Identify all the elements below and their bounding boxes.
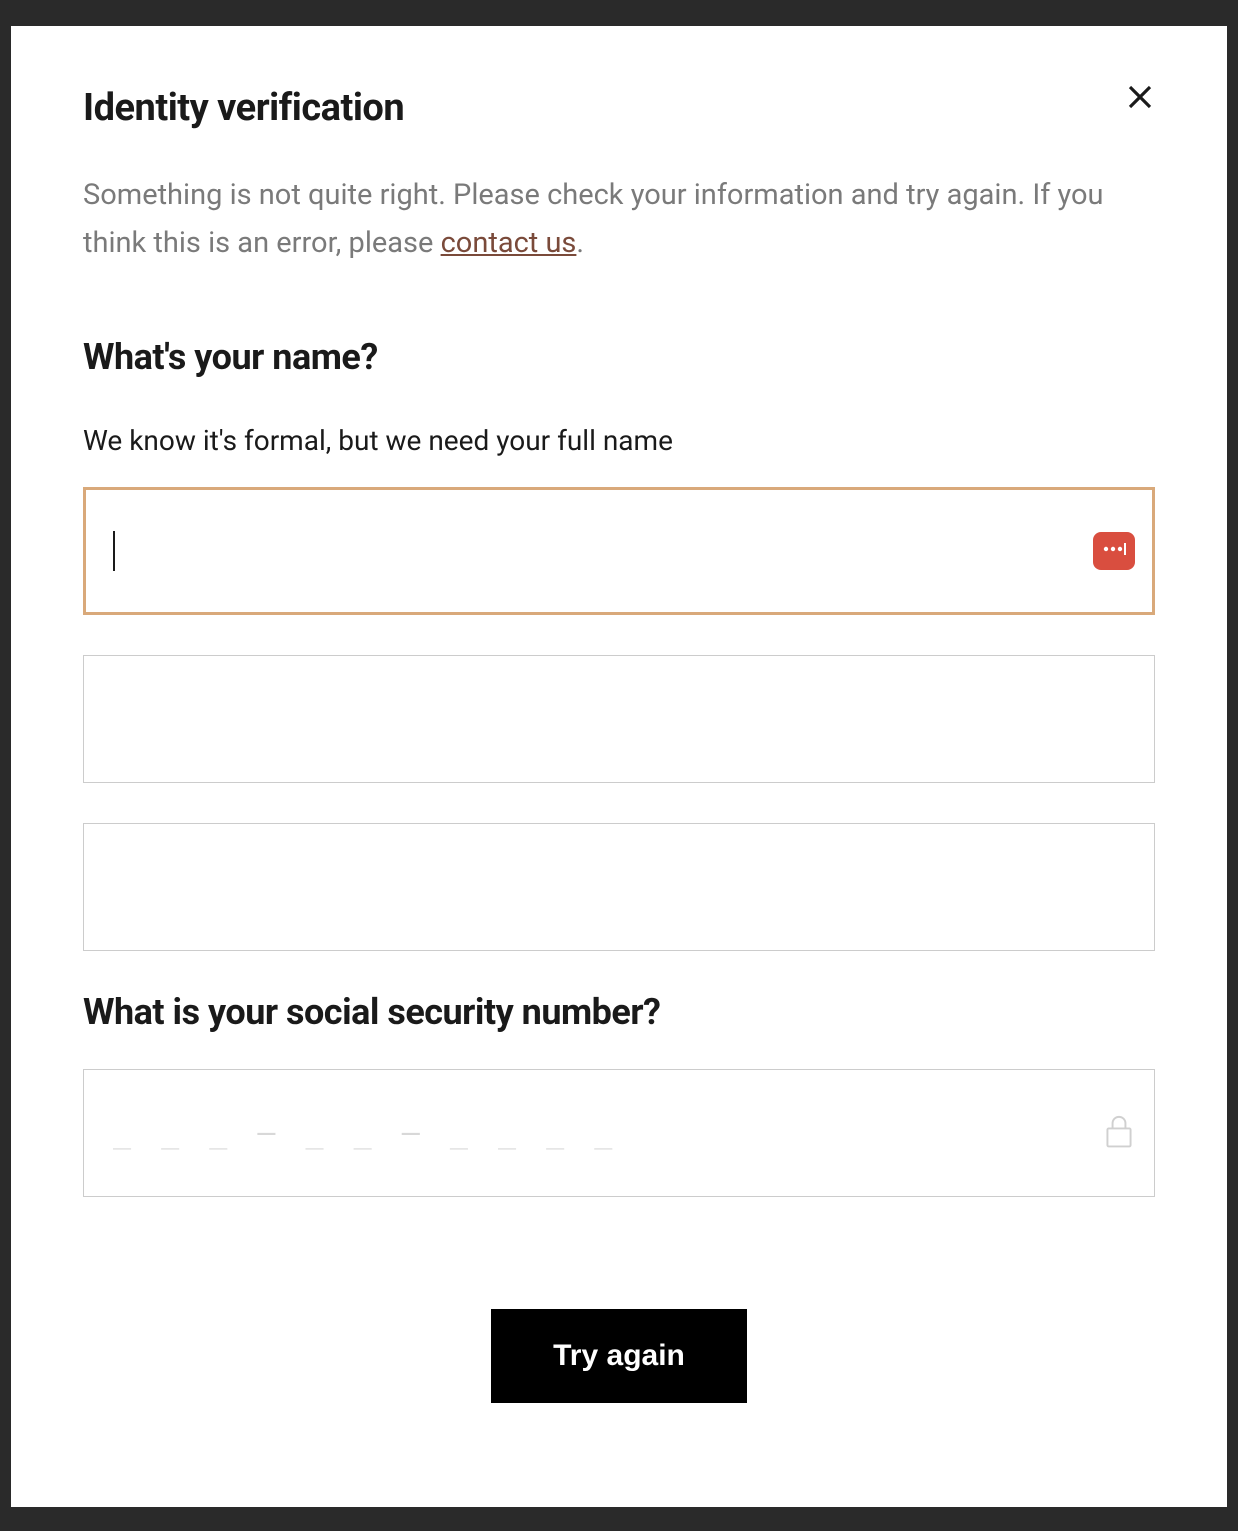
password-manager-icon — [1101, 539, 1127, 563]
first-name-wrapper — [83, 487, 1155, 615]
error-text-part1: Something is not quite right. Please che… — [83, 178, 1104, 260]
error-message: Something is not quite right. Please che… — [83, 172, 1155, 268]
modal-title: Identity verification — [83, 86, 404, 130]
try-again-button[interactable]: Try again — [491, 1309, 747, 1403]
ssn-section: What is your social security number? _ _… — [83, 991, 1155, 1197]
contact-us-link[interactable]: contact us — [441, 226, 577, 260]
ssn-input[interactable] — [83, 1069, 1155, 1197]
last-name-input[interactable] — [83, 823, 1155, 951]
text-cursor — [113, 531, 115, 571]
ssn-input-wrapper: _ _ _ – _ _ – _ _ _ _ — [83, 1069, 1155, 1197]
error-text-part2: . — [576, 226, 584, 260]
first-name-input[interactable] — [83, 487, 1155, 615]
submit-wrapper: Try again — [83, 1309, 1155, 1403]
lock-icon — [1103, 1113, 1135, 1153]
close-button[interactable] — [1125, 82, 1155, 115]
password-manager-badge[interactable] — [1093, 532, 1135, 570]
middle-name-input[interactable] — [83, 655, 1155, 783]
ssn-section-heading: What is your social security number? — [83, 991, 1155, 1033]
middle-name-wrapper — [83, 655, 1155, 783]
modal-header: Identity verification — [83, 86, 1155, 130]
name-section-subtext: We know it's formal, but we need your fu… — [83, 424, 1155, 457]
identity-verification-modal: Identity verification Something is not q… — [11, 26, 1227, 1507]
close-icon — [1125, 100, 1155, 115]
last-name-wrapper — [83, 823, 1155, 951]
name-section-heading: What's your name? — [83, 336, 1155, 378]
